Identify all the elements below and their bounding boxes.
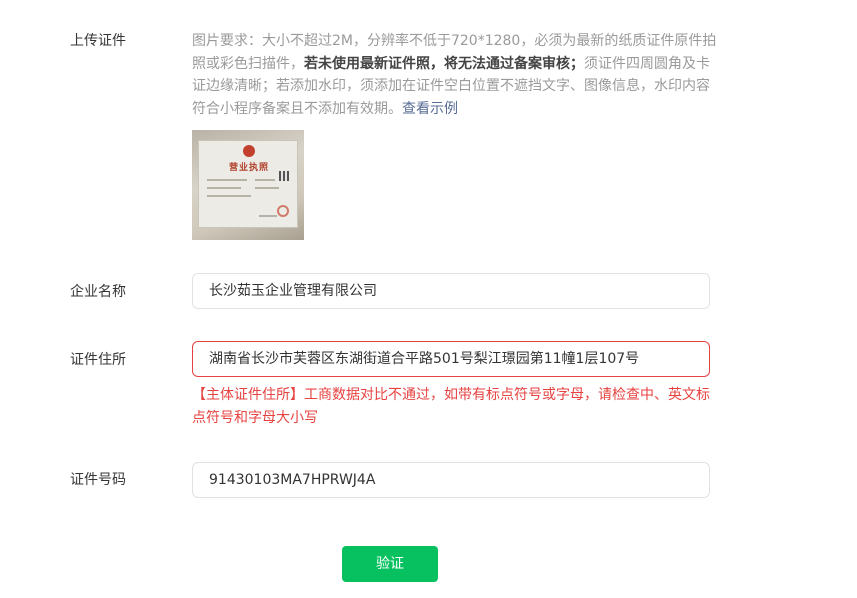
- official-seal-icon: [277, 205, 289, 217]
- license-document-image: 营业执照: [198, 140, 298, 228]
- upload-hint-warning: 若未使用最新证件照，将无法通过备案审核；: [304, 55, 584, 72]
- national-emblem-icon: [243, 145, 255, 157]
- doc-text-line: [207, 179, 247, 181]
- address-label: 证件住所: [70, 352, 126, 368]
- doc-text-line: [259, 215, 277, 217]
- doc-text-line: [255, 187, 279, 189]
- company-name-label: 企业名称: [70, 284, 126, 300]
- address-input[interactable]: 湖南省长沙市芙蓉区东湖街道合平路501号梨江璟园第11幢1层107号: [192, 341, 710, 377]
- license-number-input[interactable]: 91430103MA7HPRWJ4A: [192, 462, 710, 498]
- qr-code-icon: [279, 171, 289, 181]
- doc-text-line: [207, 187, 241, 189]
- company-name-input[interactable]: 长沙茹玉企业管理有限公司: [192, 273, 710, 309]
- upload-requirements-text: 图片要求：大小不超过2M，分辨率不低于720*1280，必须为最新的纸质证件原件…: [192, 30, 717, 120]
- doc-text-line: [255, 179, 275, 181]
- uploaded-license-thumbnail[interactable]: 营业执照: [192, 130, 304, 240]
- doc-text-line: [207, 195, 251, 197]
- license-title-text: 营业执照: [228, 163, 269, 173]
- verify-button[interactable]: 验证: [342, 546, 438, 582]
- view-example-link[interactable]: 查看示例: [402, 101, 458, 117]
- upload-label: 上传证件: [70, 33, 126, 49]
- address-error-message: 【主体证件住所】工商数据对比不通过，如带有标点符号或字母，请检查中、英文标点符号…: [192, 387, 710, 426]
- license-number-label: 证件号码: [70, 472, 126, 488]
